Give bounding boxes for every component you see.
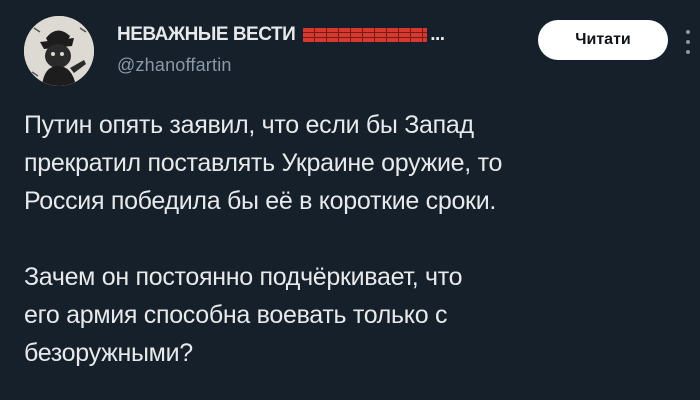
more-dot	[686, 40, 690, 44]
follow-button-label: Читати	[575, 31, 631, 48]
more-dot	[686, 30, 690, 34]
author-name[interactable]: НЕВАЖНЫЕ ВЕСТИ	[117, 24, 296, 46]
author-name-row[interactable]: НЕВАЖНЫЕ ВЕСТИ ...	[117, 22, 517, 48]
tweet: НЕВАЖНЫЕ ВЕСТИ ... @zhanoffartin Читати …	[0, 0, 700, 400]
tweet-paragraph: Путин опять заявил, что если бы Запад пр…	[24, 111, 503, 215]
brick-wall-flag-icon	[303, 28, 428, 42]
author-handle[interactable]: @zhanoffartin	[117, 55, 517, 76]
more-dot	[686, 50, 690, 54]
follow-button[interactable]: Читати	[538, 20, 668, 60]
tweet-paragraph: Зачем он постоянно подчёркивает, что его…	[24, 263, 463, 367]
avatar[interactable]	[24, 16, 94, 86]
more-options-icon[interactable]	[685, 30, 691, 54]
avatar-illustration-icon	[24, 16, 94, 86]
author-block: НЕВАЖНЫЕ ВЕСТИ ... @zhanoffartin	[117, 22, 517, 76]
tweet-text: Путин опять заявил, что если бы Запад пр…	[24, 106, 674, 372]
author-name-ellipsis: ...	[430, 24, 445, 45]
